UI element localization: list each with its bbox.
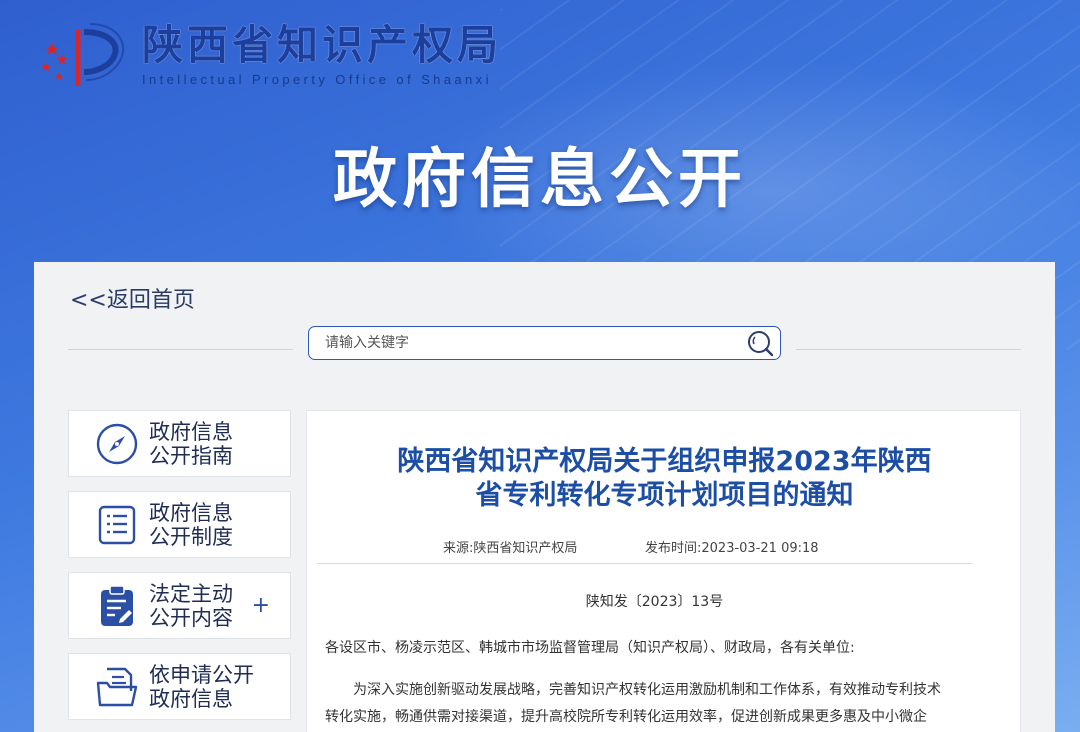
- sidebar-item-label: 法定主动 公开内容: [149, 581, 233, 630]
- article-source: 来源:陕西省知识产权局: [443, 537, 577, 556]
- list-document-icon: [93, 501, 141, 549]
- sidebar-item-label: 政府信息 公开指南: [149, 419, 233, 468]
- compass-icon: [93, 420, 141, 468]
- search-button[interactable]: [740, 327, 780, 359]
- time-label: 发布时间:: [645, 541, 702, 556]
- sidebar-item-label: 政府信息 公开制度: [149, 500, 233, 549]
- body-line-2: 转化实施，畅通供需对接渠道，提升高校院所专利转化运用效率，促进创新成果更多惠及中…: [325, 709, 927, 725]
- search-icon: [748, 331, 774, 357]
- folder-document-icon: [93, 663, 141, 711]
- sidebar-nav: 政府信息 公开指南 政府信息 公开制度 法定主动 公开内容 + 依申请公开 政府…: [68, 410, 291, 732]
- main-panel: <<返回首页 政府信息 公开指南: [34, 262, 1055, 732]
- article-panel: 陕西省知识产权局关于组织申报2023年陕西 省专利转化专项计划项目的通知 来源:…: [306, 410, 1021, 732]
- body-line-1: 为深入实施创新驱动发展战略，完善知识产权转化运用激励机制和工作体系，有效推动专利…: [353, 682, 941, 698]
- divider-right: [796, 349, 1021, 350]
- document-number: 陕知发〔2023〕13号: [585, 594, 724, 610]
- meta-divider: [317, 563, 973, 564]
- org-name-en: Intellectual Property Office of Shaanxi: [142, 72, 492, 87]
- search-input[interactable]: [325, 328, 740, 358]
- banner-title: 政府信息公开: [333, 143, 747, 217]
- article-time: 发布时间:2023-03-21 09:18: [645, 537, 819, 556]
- sidebar-item-guide[interactable]: 政府信息 公开指南: [68, 410, 291, 477]
- article-title: 陕西省知识产权局关于组织申报2023年陕西 省专利转化专项计划项目的通知: [397, 446, 932, 511]
- org-name-cn: 陕西省知识产权局: [142, 21, 502, 69]
- search-box: [308, 326, 781, 360]
- clipboard-edit-icon: [93, 582, 141, 630]
- sidebar-item-system[interactable]: 政府信息 公开制度: [68, 491, 291, 558]
- source-label: 来源:: [443, 541, 474, 556]
- sidebar-item-label: 依申请公开 政府信息: [149, 662, 254, 711]
- source-value: 陕西省知识产权局: [473, 541, 578, 556]
- sidebar-item-on-request[interactable]: 依申请公开 政府信息: [68, 653, 291, 720]
- time-value: 2023-03-21 09:18: [701, 541, 819, 556]
- sidebar-item-active-disclosure[interactable]: 法定主动 公开内容 +: [68, 572, 291, 639]
- expand-plus-icon[interactable]: +: [252, 593, 270, 618]
- divider-left: [68, 349, 293, 350]
- salutation: 各设区市、杨凌示范区、韩城市市场监督管理局（知识产权局）、财政局，各有关单位:: [325, 640, 855, 656]
- back-home-link[interactable]: <<返回首页: [70, 282, 195, 314]
- site-logo[interactable]: 陕西省知识产权局 Intellectual Property Office of…: [34, 20, 502, 94]
- logo-emblem-icon: [34, 20, 132, 94]
